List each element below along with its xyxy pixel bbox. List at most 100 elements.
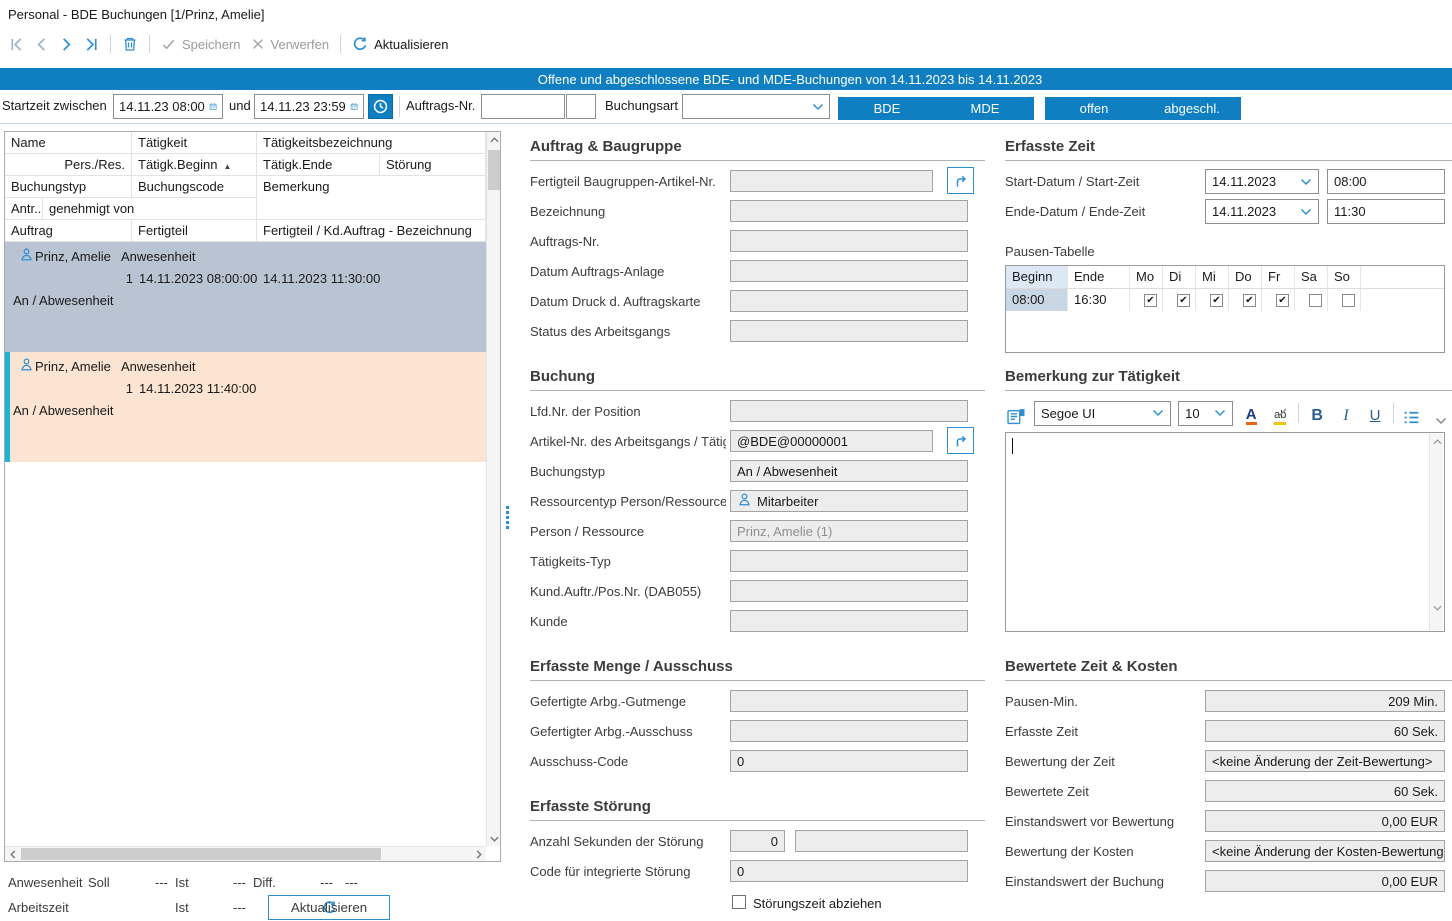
auftragsnr-suffix-input[interactable] <box>566 94 596 119</box>
col-auftrag[interactable]: Auftrag <box>5 220 132 242</box>
offen-toggle[interactable]: offen <box>1045 97 1143 120</box>
col-genehmigt-von[interactable]: genehmigt von <box>43 198 257 220</box>
start-time-input[interactable]: 08:00 <box>1327 169 1445 194</box>
discard-button[interactable]: Verwerfen <box>246 34 335 55</box>
pausen-header-cell[interactable]: So <box>1328 266 1361 288</box>
panel-splitter[interactable] <box>506 506 509 529</box>
col-antr[interactable]: Antr... <box>5 198 43 220</box>
field-input[interactable]: Mitarbeiter <box>730 490 968 512</box>
field-input[interactable]: <keine Änderung der Zeit-Bewertung> <box>1205 750 1445 772</box>
col-pers-res[interactable]: Pers./Res. <box>5 154 132 176</box>
col-fertigteil[interactable]: Fertigteil <box>132 220 257 242</box>
scroll-down-arrow[interactable] <box>487 831 501 846</box>
col-name[interactable]: Name <box>5 132 132 154</box>
grid-row[interactable]: Prinz, AmelieAnwesenheit114.11.2023 08:0… <box>5 242 486 352</box>
grid-vertical-scrollbar[interactable] <box>486 132 500 846</box>
col-buchungstyp[interactable]: Buchungstyp <box>5 176 132 198</box>
field-input[interactable]: 60 Sek. <box>1205 780 1445 802</box>
pausen-header-cell[interactable]: Di <box>1163 266 1196 288</box>
pause-day-checkbox[interactable]: ✔ <box>1210 294 1223 307</box>
field-input[interactable] <box>730 550 968 572</box>
refresh-button[interactable]: Aktualisieren <box>347 33 453 55</box>
col-taetigk-ende[interactable]: Tätigk.Ende <box>257 154 380 176</box>
field-input[interactable] <box>730 260 968 282</box>
field-input[interactable] <box>730 230 968 252</box>
field-input[interactable] <box>730 290 968 312</box>
auftragsnr-input[interactable] <box>481 94 565 119</box>
pausen-ende-cell[interactable]: 16:30 <box>1068 289 1130 311</box>
bold-button[interactable]: B <box>1306 401 1328 425</box>
highlight-button[interactable]: ab <box>1269 401 1291 425</box>
footer-refresh-button[interactable]: Aktualisieren <box>268 895 390 920</box>
nav-next-button[interactable] <box>54 34 79 55</box>
field-input[interactable]: 0 <box>730 750 968 772</box>
end-time-input[interactable]: 11:30 <box>1327 199 1445 224</box>
field-input[interactable]: 0,00 EUR <box>1205 870 1445 892</box>
scroll-thumb[interactable] <box>488 150 500 190</box>
pausen-beginn-cell[interactable]: 08:00 <box>1006 289 1068 311</box>
pause-day-checkbox[interactable]: ✔ <box>1276 294 1289 307</box>
col-taetigk-beginn[interactable]: Tätigk.Beginn▲ <box>132 154 257 176</box>
field-input[interactable]: Prinz, Amelie (1) <box>730 520 968 542</box>
nav-first-button[interactable] <box>4 34 29 55</box>
scroll-up-arrow[interactable] <box>487 132 501 147</box>
field-input[interactable]: An / Abwesenheit <box>730 460 968 482</box>
grid-horizontal-scrollbar[interactable] <box>5 846 486 861</box>
field-input[interactable] <box>730 690 968 712</box>
mde-toggle[interactable]: MDE <box>936 97 1034 120</box>
font-family-select[interactable]: Segoe UI <box>1034 401 1171 426</box>
nav-last-button[interactable] <box>79 34 104 55</box>
toolbar-collapse-button[interactable] <box>1430 401 1452 425</box>
field-input[interactable]: <keine Änderung der Kosten-Bewertung> <box>1205 840 1445 862</box>
grid-row[interactable]: Prinz, AmelieAnwesenheit114.11.2023 11:4… <box>5 352 486 462</box>
scroll-left-arrow[interactable] <box>5 847 20 861</box>
field-input[interactable]: 0,00 EUR <box>1205 810 1445 832</box>
scroll-up-arrow[interactable] <box>1430 434 1444 449</box>
field-input[interactable] <box>730 400 968 422</box>
field-input[interactable]: 209 Min. <box>1205 690 1445 712</box>
col-bemerkung[interactable]: Bemerkung <box>257 176 486 220</box>
pause-day-checkbox[interactable]: ✔ <box>1144 294 1157 307</box>
end-datetime-input[interactable]: 14.11.23 23:59 <box>254 94 364 119</box>
pausen-data-row[interactable]: 08:0016:30✔✔✔✔✔ <box>1006 289 1444 311</box>
textarea-scrollbar[interactable] <box>1429 434 1443 630</box>
field-input-secondary[interactable] <box>795 830 968 852</box>
field-input[interactable] <box>730 580 968 602</box>
scroll-right-arrow[interactable] <box>471 847 486 861</box>
delete-button[interactable] <box>117 33 143 55</box>
save-button[interactable]: Speichern <box>156 34 246 55</box>
stoerungszeit-checkbox[interactable] <box>732 895 746 909</box>
end-date-select[interactable]: 14.11.2023 <box>1205 199 1319 224</box>
field-input[interactable] <box>730 610 968 632</box>
jump-button[interactable] <box>947 167 974 194</box>
start-datetime-input[interactable]: 14.11.23 08:00 <box>113 94 223 119</box>
col-fertigteil-bezeichnung[interactable]: Fertigteil / Kd.Auftrag - Bezeichnung <box>257 220 486 242</box>
field-input[interactable]: @BDE@00000001 <box>730 430 933 452</box>
col-taetigkeitsbezeichnung[interactable]: Tätigkeitsbezeichnung <box>257 132 486 154</box>
nav-prev-button[interactable] <box>29 34 54 55</box>
abgeschl-toggle[interactable]: abgeschl. <box>1143 97 1241 120</box>
bullet-list-button[interactable] <box>1401 401 1423 425</box>
pausen-header-cell[interactable]: Mo <box>1130 266 1163 288</box>
pause-day-checkbox[interactable] <box>1309 294 1322 307</box>
time-filter-button[interactable] <box>368 94 393 119</box>
pause-day-checkbox[interactable]: ✔ <box>1177 294 1190 307</box>
pausen-header-cell[interactable]: Beginn <box>1006 266 1068 288</box>
font-size-select[interactable]: 10 <box>1178 401 1233 426</box>
italic-button[interactable]: I <box>1335 401 1357 425</box>
font-color-button[interactable]: A <box>1240 401 1262 425</box>
field-input[interactable] <box>730 320 968 342</box>
pausen-header-cell[interactable]: Do <box>1229 266 1262 288</box>
pausen-header-cell[interactable]: Ende <box>1068 266 1130 288</box>
field-input[interactable] <box>730 170 933 192</box>
field-input[interactable]: 0 <box>730 860 968 882</box>
pause-day-checkbox[interactable] <box>1342 294 1355 307</box>
bde-toggle[interactable]: BDE <box>838 97 936 120</box>
field-input[interactable] <box>730 720 968 742</box>
col-buchungscode[interactable]: Buchungscode <box>132 176 257 198</box>
scroll-down-arrow[interactable] <box>1430 600 1444 615</box>
field-input[interactable]: 0 <box>730 830 785 852</box>
col-taetigkeit[interactable]: Tätigkeit <box>132 132 257 154</box>
field-input[interactable] <box>730 200 968 222</box>
pausen-header-cell[interactable]: Sa <box>1295 266 1328 288</box>
